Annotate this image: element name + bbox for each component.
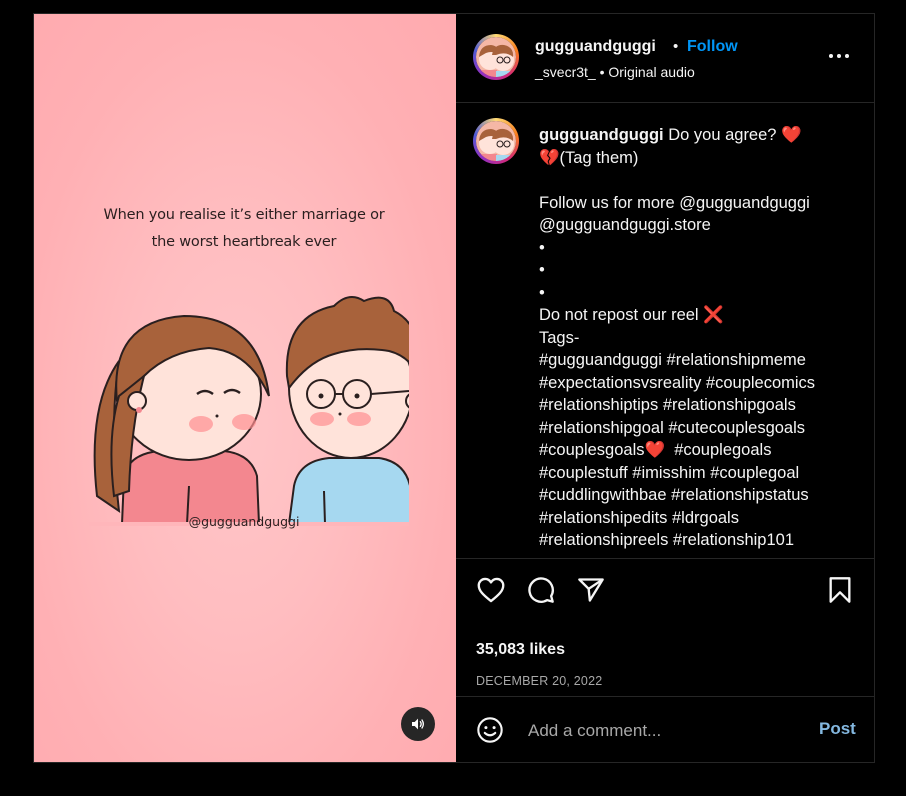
caption-username[interactable]: gugguandguggi	[539, 126, 664, 144]
separator-dot: •	[673, 38, 679, 55]
more-options-button[interactable]	[828, 45, 850, 67]
audio-source-link[interactable]: _svecr3t_ • Original audio	[535, 64, 695, 80]
likes-count[interactable]: 35,083 likes	[476, 641, 565, 659]
post-header: gugguandguggi • Follow _svecr3t_ • Origi…	[456, 14, 874, 103]
reel-video[interactable]: When you realise it’s either marriage or…	[34, 14, 456, 762]
caption-text: Do you agree? ❤️ 💔(Tag them) Follow us f…	[539, 126, 816, 549]
comment-icon	[528, 577, 554, 603]
video-caption-line: When you realise it’s either marriage or	[103, 207, 385, 223]
video-caption-text: When you realise it’s either marriage or…	[94, 202, 394, 256]
avatar[interactable]	[473, 118, 519, 164]
avatar[interactable]	[473, 34, 519, 80]
post-date[interactable]: DECEMBER 20, 2022	[476, 674, 602, 688]
speaker-icon	[412, 718, 424, 730]
post-caption: gugguandguggi Do you agree? ❤️ 💔(Tag the…	[539, 124, 854, 552]
audio-toggle-button[interactable]	[401, 707, 435, 741]
send-icon	[578, 578, 604, 602]
post-comment-button[interactable]: Post	[819, 719, 856, 739]
post-modal: When you realise it’s either marriage or…	[33, 13, 875, 763]
video-watermark: @gugguandguggi	[188, 514, 300, 529]
like-button[interactable]	[476, 575, 506, 605]
share-button[interactable]	[576, 575, 606, 605]
emoji-icon	[477, 717, 503, 743]
comment-button[interactable]	[526, 575, 556, 605]
follow-button[interactable]: Follow	[687, 38, 738, 56]
comment-input[interactable]	[526, 717, 790, 745]
caption-section: gugguandguggi Do you agree? ❤️ 💔(Tag the…	[456, 102, 874, 559]
author-username[interactable]: gugguandguggi	[535, 38, 656, 56]
emoji-button[interactable]	[475, 715, 505, 745]
save-button[interactable]	[825, 575, 855, 605]
post-details-panel: gugguandguggi • Follow _svecr3t_ • Origi…	[456, 14, 874, 762]
more-horizontal-icon	[829, 54, 849, 58]
video-caption-line: the worst heartbreak ever	[151, 234, 337, 250]
comment-composer: Post	[456, 696, 874, 763]
couple-illustration	[89, 296, 409, 526]
bookmark-icon	[829, 577, 851, 603]
heart-icon	[477, 577, 505, 603]
action-bar: 35,083 likes DECEMBER 20, 2022	[456, 559, 874, 709]
